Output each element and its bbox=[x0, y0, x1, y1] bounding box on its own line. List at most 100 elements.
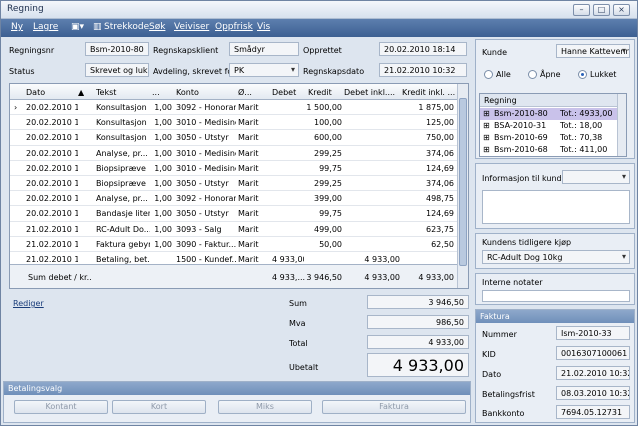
tree-item[interactable]: ⊞ Bsm-2010-69 Tot.: 70,38 bbox=[480, 132, 618, 144]
mva-label: Mva bbox=[289, 319, 306, 328]
cell-konto: 3092 - Honorar bbox=[176, 103, 236, 112]
table-row[interactable]: 20.02.2010 18:14 Konsultasjon 1,00 3010 - M… bbox=[10, 115, 458, 131]
cell-antall: 1,00 bbox=[154, 209, 172, 219]
cell-konto: 3050 - Utstyr bbox=[176, 209, 229, 219]
table-row[interactable]: 20.02.2010 18:28 Analyse, pr... 1,00 3010 -… bbox=[10, 146, 458, 161]
tree-item[interactable]: ⊞ Bsm-2010-80 Tot.: 4933,00 bbox=[480, 108, 618, 120]
total-label: Total bbox=[289, 339, 308, 348]
col-debet[interactable]: Debet bbox=[272, 88, 306, 97]
table-row[interactable]: › 20.02.2010 18:14 Konsultasjon 1,00 3092 - … bbox=[10, 100, 458, 116]
klient-field[interactable]: Smådyr bbox=[229, 42, 299, 56]
cell-kredit: 99,75 bbox=[319, 209, 342, 219]
col-tekst[interactable]: Tekst bbox=[96, 88, 151, 97]
tidligere-label: Kundens tidligere kjøp bbox=[482, 238, 572, 247]
kontant-button[interactable]: Kontant bbox=[14, 400, 108, 414]
regningsnr-field[interactable]: Bsm-2010-80 bbox=[85, 42, 149, 56]
table-row[interactable]: 20.02.2010 18:14 Konsultasjon 1,00 3050 - U… bbox=[10, 130, 458, 146]
expand-icon[interactable]: ⊞ bbox=[483, 121, 490, 130]
info-dropdown[interactable] bbox=[562, 170, 630, 184]
cell-okonomi: Marit bbox=[238, 224, 259, 234]
menu-strekkode[interactable]: Strekkode bbox=[104, 22, 149, 32]
col-antall[interactable]: ... bbox=[152, 88, 172, 97]
cell-antall: 1,00 bbox=[154, 133, 172, 143]
col-kredit[interactable]: Kredit bbox=[308, 88, 342, 97]
notater-panel: Interne notater bbox=[475, 273, 635, 305]
tree-item-total: Tot.: 18,00 bbox=[560, 121, 603, 130]
tree-scrollbar[interactable] bbox=[617, 94, 626, 156]
transactions-grid: Dato ▲ Tekst ... Konto Ø... Debet Kredit… bbox=[9, 83, 469, 289]
cell-dato: 21.02.2010 10:21 bbox=[26, 224, 78, 234]
faktura-button[interactable]: Faktura bbox=[322, 400, 466, 414]
cell-kredit: 100,00 bbox=[314, 118, 342, 128]
cell-kredit: 600,00 bbox=[314, 133, 342, 143]
opprettet-label: Opprettet bbox=[303, 46, 342, 55]
dato-field[interactable]: 21.02.2010 10:32 bbox=[556, 366, 630, 380]
maximize-button[interactable]: □ bbox=[593, 4, 610, 16]
barcode-icon: ▥ bbox=[93, 22, 102, 32]
expand-icon[interactable]: ⊞ bbox=[483, 145, 490, 154]
opprettet-field[interactable]: 20.02.2010 18:14 bbox=[379, 42, 467, 56]
nummer-field[interactable]: Ism-2010-33 bbox=[556, 326, 630, 340]
regning-header: Regning bbox=[480, 94, 618, 107]
regning-tree: Regning ⊞ Bsm-2010-80 Tot.: 4933,00 ⊞ BSA-20… bbox=[479, 93, 627, 157]
table-row[interactable]: 21.02.2010 10:21 RC-Adult Do... 1,00 3093 -… bbox=[10, 222, 458, 237]
table-row[interactable]: 20.02.2010 18:28 Analyse, pr... 1,00 3092 -… bbox=[10, 191, 458, 207]
table-row[interactable]: 20.02.2010 18:28 Biopsipræve 1,00 3010 - Me… bbox=[10, 161, 458, 176]
status-field[interactable]: Skrevet og lukket bbox=[85, 63, 149, 77]
notater-field[interactable] bbox=[482, 290, 630, 302]
col-okonomi[interactable]: Ø... bbox=[238, 88, 262, 97]
table-row[interactable]: 20.02.2010 18:29 Bandasje liten 1,00 3050 -… bbox=[10, 206, 458, 222]
cell-dato: 21.02.2010 10:32 bbox=[26, 255, 78, 264]
cell-konto: 3092 - Honorar bbox=[176, 194, 236, 204]
tree-item[interactable]: ⊞ BSA-2010-31 Tot.: 18,00 bbox=[480, 120, 618, 132]
col-debet-inkl[interactable]: Debet inkl.... bbox=[344, 88, 400, 97]
kort-button[interactable]: Kort bbox=[112, 400, 206, 414]
rediger-link[interactable]: Rediger bbox=[13, 299, 44, 308]
col-konto[interactable]: Konto bbox=[176, 88, 236, 97]
cell-tekst: Faktura gebyr bbox=[96, 239, 150, 249]
tidligere-dropdown[interactable]: RC-Adult Dog 10kg bbox=[482, 250, 630, 264]
radio-lukket[interactable] bbox=[578, 70, 587, 79]
close-button[interactable]: × bbox=[613, 4, 630, 16]
tree-item[interactable]: ⊞ Bsm-2010-68 Tot.: 411,00 bbox=[480, 144, 618, 156]
table-row[interactable]: 21.02.2010 10:32 Faktura gebyr 1,00 3090 - … bbox=[10, 237, 458, 252]
radio-alle[interactable] bbox=[484, 70, 493, 79]
cell-konto: 3050 - Utstyr bbox=[176, 179, 229, 188]
table-row[interactable]: 20.02.2010 18:28 Biopsipræve 1,00 3050 - Ut… bbox=[10, 176, 458, 192]
avdeling-dropdown[interactable]: PK bbox=[229, 63, 299, 77]
miks-button[interactable]: Miks bbox=[218, 400, 312, 414]
cell-kredit: 499,00 bbox=[314, 224, 342, 234]
col-dato[interactable]: Dato bbox=[26, 88, 96, 97]
col-kredit-inkl[interactable]: Kredit inkl. ... bbox=[402, 88, 458, 97]
menu-vis[interactable]: Vis bbox=[257, 22, 270, 32]
info-textarea[interactable] bbox=[482, 190, 630, 224]
menu-sok[interactable]: Søk bbox=[149, 22, 165, 32]
menu-veiviser[interactable]: Veiviser bbox=[174, 22, 209, 32]
radio-apne[interactable] bbox=[528, 70, 537, 79]
cell-kredit-inkl: 124,69 bbox=[426, 209, 454, 219]
menu-ny[interactable]: Ny bbox=[11, 22, 23, 32]
cell-tekst: Biopsipræve bbox=[96, 179, 146, 188]
frist-field[interactable]: 08.03.2010 10:32 bbox=[556, 386, 630, 400]
kid-field[interactable]: 0016307100061 bbox=[556, 346, 630, 360]
expand-icon[interactable]: ⊞ bbox=[483, 109, 490, 118]
print-icon[interactable]: ▣▾ bbox=[71, 22, 84, 32]
cell-dato: 20.02.2010 18:29 bbox=[26, 209, 78, 219]
bank-field[interactable]: 7694.05.12731 bbox=[556, 405, 630, 419]
ubetalt-field: 4 933,00 bbox=[367, 353, 469, 377]
cell-konto: 3010 - Medisiner bbox=[176, 118, 236, 128]
dato-label: Dato bbox=[482, 370, 502, 379]
minimize-button[interactable]: – bbox=[573, 4, 590, 16]
regnskapsdato-field[interactable]: 21.02.2010 10:32 bbox=[379, 63, 467, 77]
info-panel: Informasjon til kunden bbox=[475, 163, 635, 229]
grid-scrollbar[interactable] bbox=[457, 84, 468, 288]
menu-lagre[interactable]: Lagre bbox=[33, 22, 58, 32]
menu-oppfrisk[interactable]: Oppfrisk bbox=[215, 22, 253, 32]
regnskapsdato-label: Regnskapsdato bbox=[303, 67, 365, 76]
cell-konto: 3093 - Salg bbox=[176, 224, 222, 234]
bank-label: Bankkonto bbox=[482, 409, 525, 418]
kunde-dropdown[interactable]: Hanne Kattevenn bbox=[556, 44, 630, 58]
expand-icon[interactable]: ⊞ bbox=[483, 133, 490, 142]
scrollbar-thumb[interactable] bbox=[459, 98, 467, 266]
frist-label: Betalingsfrist bbox=[482, 390, 535, 399]
